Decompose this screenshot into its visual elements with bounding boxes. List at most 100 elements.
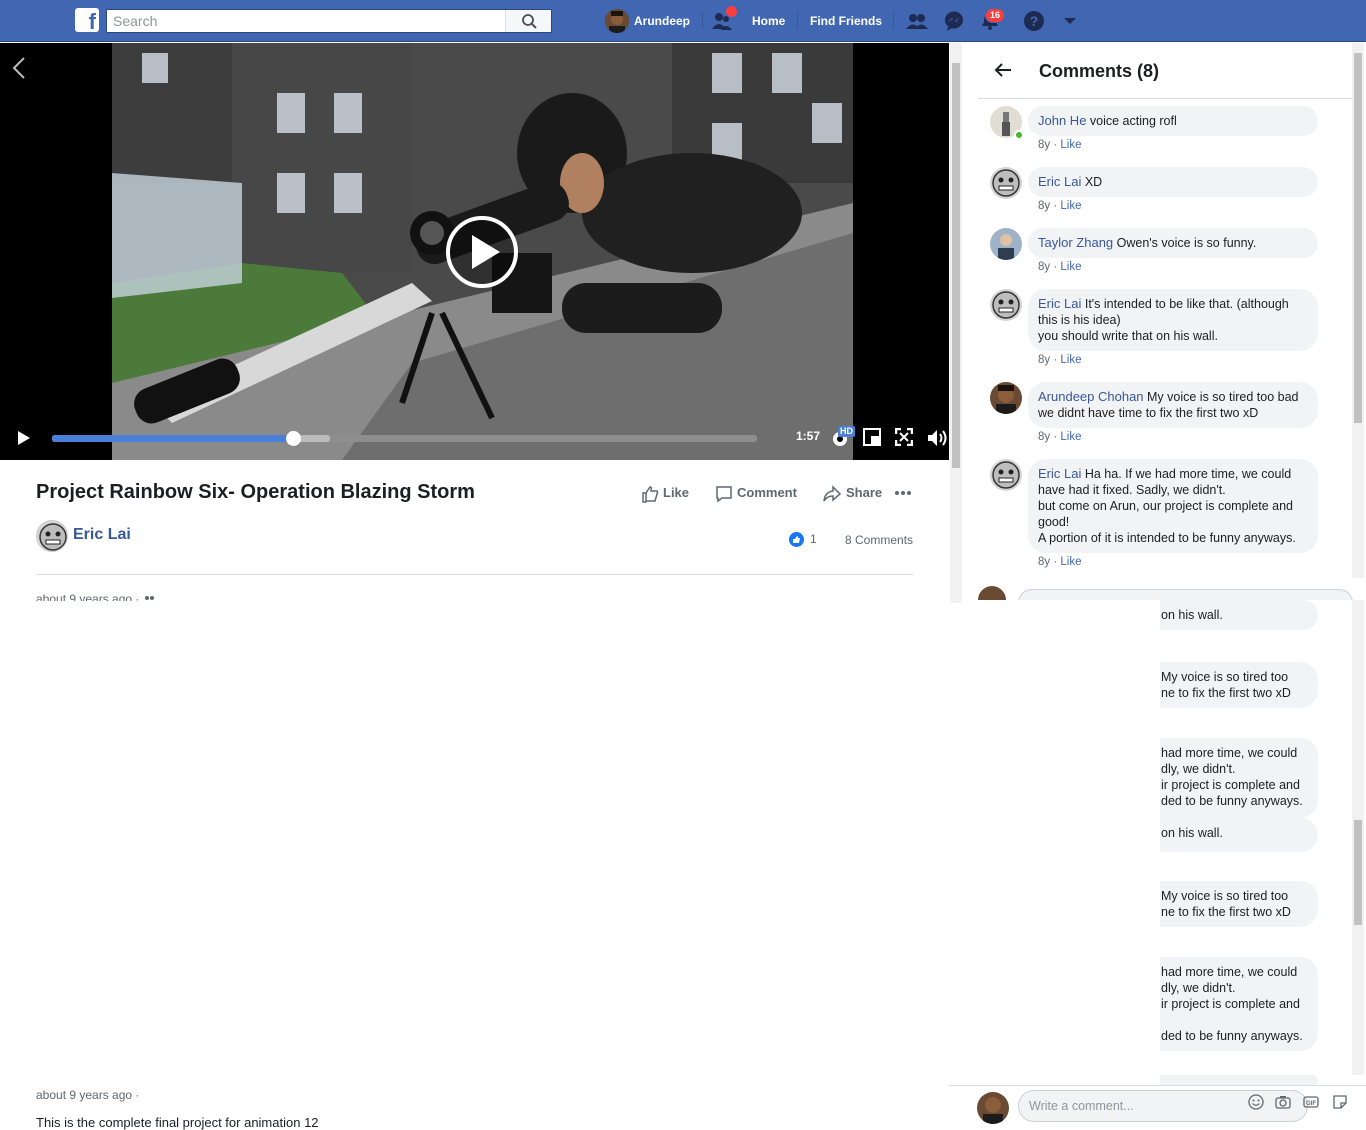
comment-text-line-2: but come on Arun, our project is complet… xyxy=(1038,499,1294,529)
comment-like-link[interactable]: Like xyxy=(1060,556,1081,568)
search-input[interactable] xyxy=(107,10,497,32)
friend-request-dot xyxy=(726,6,737,17)
fullscreen-icon[interactable] xyxy=(895,428,913,446)
author-avatar[interactable] xyxy=(36,520,68,552)
camera-icon[interactable] xyxy=(1275,1094,1291,1110)
comment-author-link[interactable]: Arundeep Chohan xyxy=(1038,389,1144,404)
friends-icon[interactable] xyxy=(906,10,928,32)
notification-count-badge: 16 xyxy=(985,8,1006,23)
comment-author-link[interactable]: Taylor Zhang xyxy=(1038,235,1113,250)
comment-fragment: had more time, we could dly, we didn't. ir… xyxy=(1160,957,1318,1051)
comments-scrollbar-thumb[interactable] xyxy=(1354,53,1362,423)
share-arrow-icon xyxy=(823,484,842,502)
comment-meta: 8y · Like xyxy=(1038,139,1081,151)
post-timestamp[interactable]: about 9 years ago · xyxy=(36,592,155,601)
friends-audience-icon xyxy=(144,595,154,600)
write-comment-field xyxy=(1018,1090,1308,1122)
comments-scrollbar-thumb[interactable] xyxy=(1354,820,1362,925)
commenter-avatar[interactable] xyxy=(990,289,1022,321)
comment-like-link[interactable]: Like xyxy=(1060,200,1081,212)
comment-fragment: on his wall. xyxy=(1160,818,1318,852)
comment-fragment: My voice is so tired too ne to fix the fi… xyxy=(1160,662,1318,708)
like-button[interactable]: Like xyxy=(641,484,689,504)
account-menu-chevron-icon[interactable] xyxy=(1059,10,1081,32)
volume-icon[interactable] xyxy=(926,428,948,448)
write-comment-input[interactable] xyxy=(1019,1091,1219,1121)
comments-scrollbar-duplicate[interactable] xyxy=(1352,600,1364,1075)
comment-text-line-2: you should write that on his wall. xyxy=(1038,329,1218,343)
user-avatar xyxy=(605,9,629,33)
search-button[interactable] xyxy=(505,10,551,32)
facebook-logo-icon[interactable]: f xyxy=(75,8,99,32)
comment-count-link[interactable]: 8 Comments xyxy=(845,533,913,547)
picture-in-picture-icon[interactable] xyxy=(863,428,881,446)
write-comment-field-partial[interactable] xyxy=(1018,589,1353,600)
comment-meta: 8y · Like xyxy=(1038,261,1081,273)
comment-author-link[interactable]: Eric Lai xyxy=(1038,466,1081,481)
comment-like-link[interactable]: Like xyxy=(1060,261,1081,273)
search-box xyxy=(106,9,552,33)
reaction-summary[interactable]: 1 xyxy=(789,532,817,548)
nav-divider xyxy=(797,13,798,29)
comment-like-link[interactable]: Like xyxy=(1060,139,1081,151)
comment-age: 8y · xyxy=(1038,200,1058,212)
back-chevron-icon[interactable] xyxy=(10,55,28,81)
comment-bubble: Eric Lai Ha ha. If we had more time, we … xyxy=(1028,459,1318,553)
video-player[interactable] xyxy=(0,43,949,460)
comment-fragment: on his wall. xyxy=(1160,600,1318,630)
more-options-icon[interactable] xyxy=(894,489,912,497)
comment-button[interactable]: Comment xyxy=(715,484,797,504)
post-description: This is the complete final project for a… xyxy=(36,1115,319,1130)
page-scrollbar[interactable] xyxy=(950,43,962,603)
comment-text: XD xyxy=(1084,175,1103,189)
comment-fragment: My voice is so tired too ne to fix the fi… xyxy=(1160,881,1318,927)
comment-like-link[interactable]: Like xyxy=(1060,431,1081,443)
gif-icon[interactable]: GIF xyxy=(1303,1094,1319,1110)
share-label: Share xyxy=(846,485,883,500)
like-count: 1 xyxy=(810,532,817,546)
comment-like-link[interactable]: Like xyxy=(1060,354,1081,366)
commenter-avatar[interactable] xyxy=(990,167,1022,199)
comment-age: 8y · xyxy=(1038,354,1058,366)
top-navigation-bar: f Arundeep Home Find Friends 16 ? xyxy=(0,0,1366,42)
comment-bubble: Eric Lai XD xyxy=(1028,167,1318,197)
user-profile-link[interactable]: Arundeep xyxy=(604,0,694,42)
commenter-avatar[interactable] xyxy=(990,459,1022,491)
like-label: Like xyxy=(663,485,690,500)
home-link[interactable]: Home xyxy=(752,0,785,42)
comment-author-link[interactable]: Eric Lai xyxy=(1038,174,1081,189)
comment-meta: 8y · Like xyxy=(1038,354,1081,366)
comment-fragment xyxy=(1160,1075,1318,1085)
comment-meta: 8y · Like xyxy=(1038,556,1081,568)
comment-text-line-3: A portion of it is intended to be funny … xyxy=(1038,531,1296,545)
play-icon[interactable] xyxy=(17,430,31,446)
author-name-link[interactable]: Eric Lai xyxy=(73,526,131,544)
settings-button[interactable]: HD xyxy=(830,426,855,451)
like-reaction-icon xyxy=(789,532,804,548)
hd-badge: HD xyxy=(838,426,855,437)
find-friends-link[interactable]: Find Friends xyxy=(810,0,882,42)
comments-title: Comments (8) xyxy=(1039,61,1160,81)
sticker-icon[interactable] xyxy=(1332,1094,1348,1110)
share-button[interactable]: Share xyxy=(822,484,882,504)
comments-scrollbar[interactable] xyxy=(1352,43,1364,578)
comment-bubble: John He voice acting rofl xyxy=(1028,106,1318,136)
comment-author-link[interactable]: John He xyxy=(1038,113,1086,128)
comment-meta: 8y · Like xyxy=(1038,431,1081,443)
emoji-icon[interactable] xyxy=(1248,1094,1264,1110)
comment-age: 8y · xyxy=(1038,431,1058,443)
divider xyxy=(36,574,913,575)
back-arrow-icon[interactable] xyxy=(994,62,1012,78)
commenter-avatar[interactable] xyxy=(990,228,1022,260)
nav-divider xyxy=(702,13,703,29)
page-scrollbar-thumb[interactable] xyxy=(952,63,960,468)
help-icon[interactable]: ? xyxy=(1023,10,1045,32)
commenter-avatar[interactable] xyxy=(990,382,1022,414)
duplicate-comments-fragment: on his wall. My voice is so tired too ne … xyxy=(1160,600,1350,1085)
comment-age: 8y · xyxy=(1038,261,1058,273)
messenger-icon[interactable] xyxy=(943,10,965,32)
video-progress-bar[interactable] xyxy=(52,431,757,446)
user-name: Arundeep xyxy=(634,14,691,28)
write-comment-row-partial xyxy=(970,580,1360,600)
comment-author-link[interactable]: Eric Lai xyxy=(1038,296,1081,311)
